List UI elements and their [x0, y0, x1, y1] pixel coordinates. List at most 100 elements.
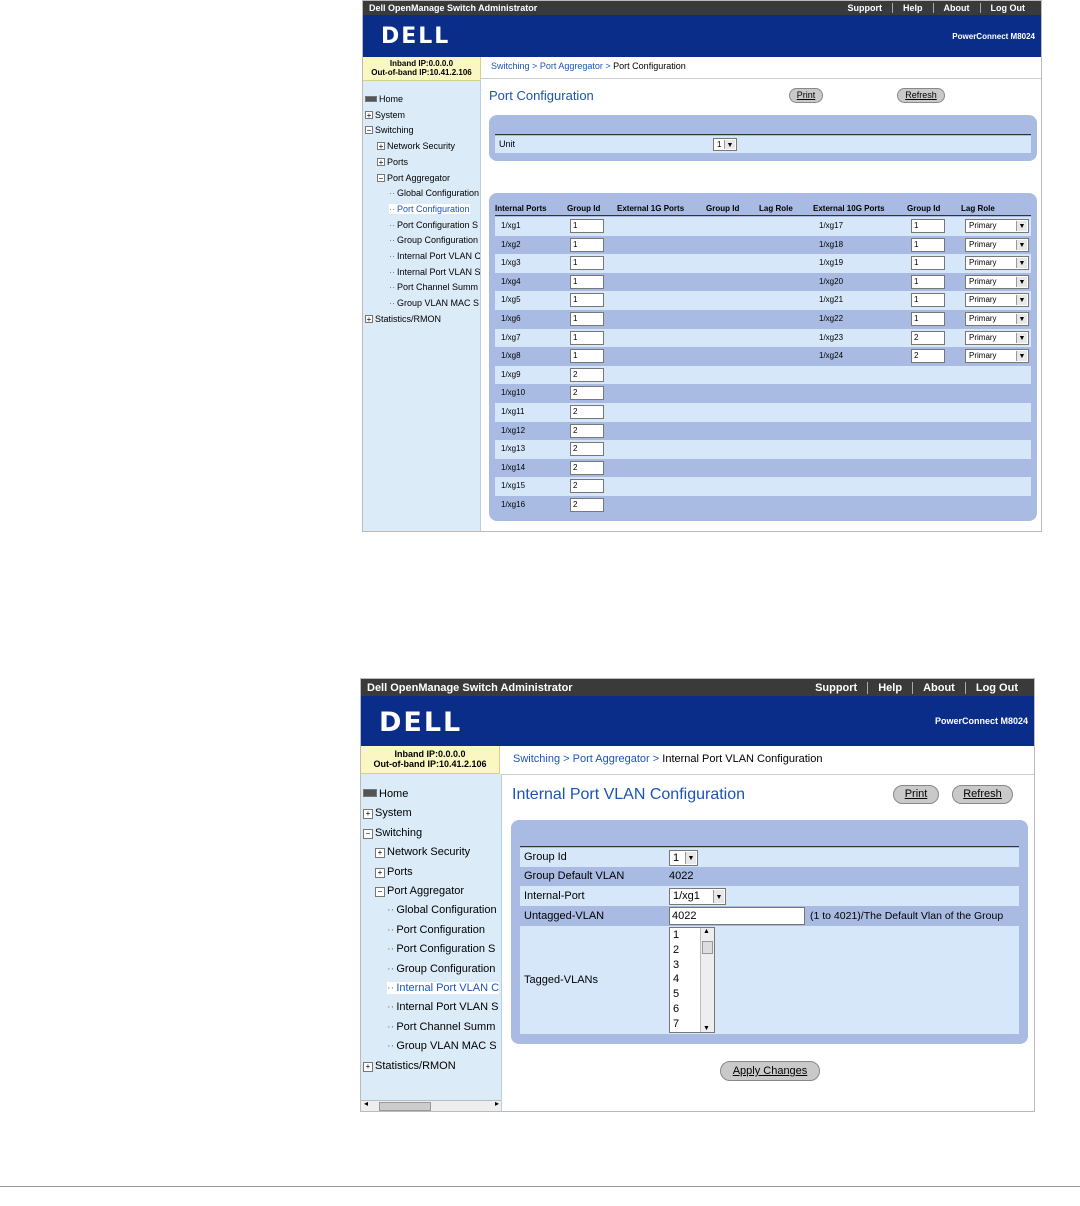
vlan-option[interactable]: 6	[673, 1003, 679, 1015]
lag-role-select[interactable]: Primary ▼	[965, 293, 1029, 308]
home-icon[interactable]	[365, 96, 377, 102]
breadcrumb-port-aggregator[interactable]: Port Aggregator	[573, 753, 650, 765]
vlan-option[interactable]: 2	[673, 944, 679, 956]
scroll-thumb[interactable]	[702, 941, 713, 954]
internal-port-select[interactable]: 1/xg1 ▼	[669, 888, 726, 905]
lag-role-select[interactable]: Primary ▼	[965, 312, 1029, 326]
scroll-thumb[interactable]	[379, 1102, 431, 1111]
sidebar-item-internal-port-vlan-s[interactable]: ·· Internal Port VLAN S	[387, 1001, 498, 1013]
tagged-vlans-listbox[interactable]: ▲ ▼ 1 2 3 4 5 6 7	[669, 927, 715, 1033]
print-button[interactable]: Print	[789, 88, 823, 103]
group-id-input[interactable]: 2	[570, 498, 604, 512]
scroll-up-icon[interactable]: ▲	[703, 928, 710, 935]
external-group-id-input[interactable]: 1	[911, 274, 945, 289]
group-id-input[interactable]: 1	[570, 330, 604, 345]
breadcrumb-port-aggregator[interactable]: Port Aggregator	[540, 61, 603, 71]
sidebar-item-port-aggregator[interactable]: − Port Aggregator	[377, 173, 450, 183]
lag-role-select[interactable]: Primary ▼	[965, 349, 1029, 364]
print-button[interactable]: Print	[893, 785, 939, 804]
external-group-id-input[interactable]: 1	[911, 237, 945, 252]
plus-icon[interactable]: +	[377, 142, 385, 151]
group-id-input[interactable]: 1	[570, 256, 604, 271]
sidebar-item-switching[interactable]: − Switching	[363, 827, 422, 839]
group-id-input[interactable]: 1	[570, 219, 604, 233]
apply-changes-button[interactable]: Apply Changes	[720, 1061, 820, 1081]
plus-icon[interactable]: +	[363, 809, 373, 820]
refresh-button[interactable]: Refresh	[952, 785, 1013, 804]
lag-role-select[interactable]: Primary ▼	[965, 237, 1029, 252]
scroll-down-icon[interactable]: ▼	[703, 1025, 710, 1032]
lag-role-select[interactable]: Primary ▼	[965, 256, 1029, 271]
lag-role-select[interactable]: Primary ▼	[965, 219, 1029, 233]
group-id-input[interactable]: 2	[570, 367, 604, 382]
external-group-id-input[interactable]: 1	[911, 219, 945, 233]
sidebar-item-home[interactable]: Home	[365, 94, 403, 104]
group-id-input[interactable]: 2	[570, 460, 604, 475]
sidebar-item-global-configuration[interactable]: ·· Global Configuration	[389, 188, 479, 198]
vlan-option[interactable]: 7	[673, 1018, 679, 1030]
external-group-id-input[interactable]: 2	[911, 349, 945, 364]
refresh-button[interactable]: Refresh	[897, 88, 945, 103]
logout-link[interactable]: Log Out	[979, 3, 1036, 13]
horizontal-scrollbar[interactable]: ◂ ▸	[361, 1099, 501, 1111]
breadcrumb-switching[interactable]: Switching	[513, 753, 560, 765]
about-link[interactable]: About	[932, 3, 980, 13]
group-id-input[interactable]: 1	[570, 274, 604, 289]
sidebar-item-port-channel-summ[interactable]: ·· Port Channel Summ	[387, 1021, 495, 1033]
external-group-id-input[interactable]: 1	[911, 256, 945, 271]
group-id-input[interactable]: 1	[570, 293, 604, 308]
minus-icon[interactable]: −	[363, 828, 373, 839]
sidebar-item-group-configuration[interactable]: ·· Group Configuration	[387, 963, 495, 975]
group-id-select[interactable]: 1 ▼	[669, 850, 698, 866]
group-id-input[interactable]: 1	[570, 312, 604, 326]
scroll-right-icon[interactable]: ▸	[495, 1099, 499, 1108]
plus-icon[interactable]: +	[365, 110, 373, 119]
plus-icon[interactable]: +	[377, 157, 385, 166]
sidebar-item-port-configuration[interactable]: ·· Port Configuration	[389, 203, 470, 214]
sidebar-item-ports[interactable]: + Ports	[377, 157, 408, 167]
sidebar-item-port-configuration[interactable]: ·· Port Configuration	[387, 924, 485, 936]
sidebar-item-group-configuration[interactable]: ·· Group Configuration	[389, 235, 478, 245]
scroll-left-icon[interactable]: ◂	[364, 1099, 368, 1108]
group-id-input[interactable]: 2	[570, 405, 604, 419]
plus-icon[interactable]: +	[365, 314, 373, 323]
unit-select[interactable]: 1 ▼	[713, 138, 737, 151]
sidebar-item-internal-port-vlan-c[interactable]: ·· Internal Port VLAN C	[389, 251, 480, 261]
sidebar-item-port-configuration-s[interactable]: ·· Port Configuration S	[387, 943, 495, 955]
sidebar-item-ports[interactable]: + Ports	[375, 866, 413, 878]
logout-link[interactable]: Log Out	[964, 681, 1028, 694]
sidebar-item-port-channel-summ[interactable]: ·· Port Channel Summ	[389, 282, 478, 292]
sidebar-item-network-security[interactable]: + Network Security	[375, 846, 470, 859]
breadcrumb-switching[interactable]: Switching	[491, 61, 530, 71]
about-link[interactable]: About	[912, 681, 965, 694]
sidebar-item-global-configuration[interactable]: ·· Global Configuration	[387, 904, 497, 916]
help-link[interactable]: Help	[867, 681, 912, 694]
group-id-input[interactable]: 2	[570, 386, 604, 401]
external-group-id-input[interactable]: 1	[911, 312, 945, 326]
support-link[interactable]: Support	[837, 3, 892, 13]
sidebar-item-port-configuration-s[interactable]: ·· Port Configuration S	[389, 220, 478, 230]
sidebar-item-port-aggregator[interactable]: − Port Aggregator	[375, 885, 464, 897]
external-group-id-input[interactable]: 1	[911, 293, 945, 308]
support-link[interactable]: Support	[805, 682, 867, 694]
untagged-vlan-input[interactable]: 4022	[669, 907, 805, 925]
sidebar-item-system[interactable]: + System	[365, 110, 405, 120]
sidebar-item-home[interactable]: Home	[363, 788, 408, 800]
vlan-option[interactable]: 1	[673, 929, 679, 941]
lag-role-select[interactable]: Primary ▼	[965, 330, 1029, 345]
group-id-input[interactable]: 2	[570, 479, 604, 494]
group-id-input[interactable]: 2	[570, 423, 604, 438]
home-icon[interactable]	[363, 789, 377, 797]
sidebar-item-internal-port-vlan-s[interactable]: ·· Internal Port VLAN S	[389, 267, 480, 277]
plus-icon[interactable]: +	[363, 1061, 373, 1072]
vlan-option[interactable]: 5	[673, 988, 679, 1000]
vlan-option[interactable]: 4	[673, 973, 679, 985]
lag-role-select[interactable]: Primary ▼	[965, 274, 1029, 289]
sidebar-item-switching[interactable]: − Switching	[365, 125, 414, 135]
sidebar-item-system[interactable]: + System	[363, 807, 412, 820]
sidebar-item-network-security[interactable]: + Network Security	[377, 141, 455, 151]
external-group-id-input[interactable]: 2	[911, 330, 945, 345]
minus-icon[interactable]: −	[375, 887, 385, 897]
vlan-option[interactable]: 3	[673, 959, 679, 971]
plus-icon[interactable]: +	[375, 867, 385, 878]
